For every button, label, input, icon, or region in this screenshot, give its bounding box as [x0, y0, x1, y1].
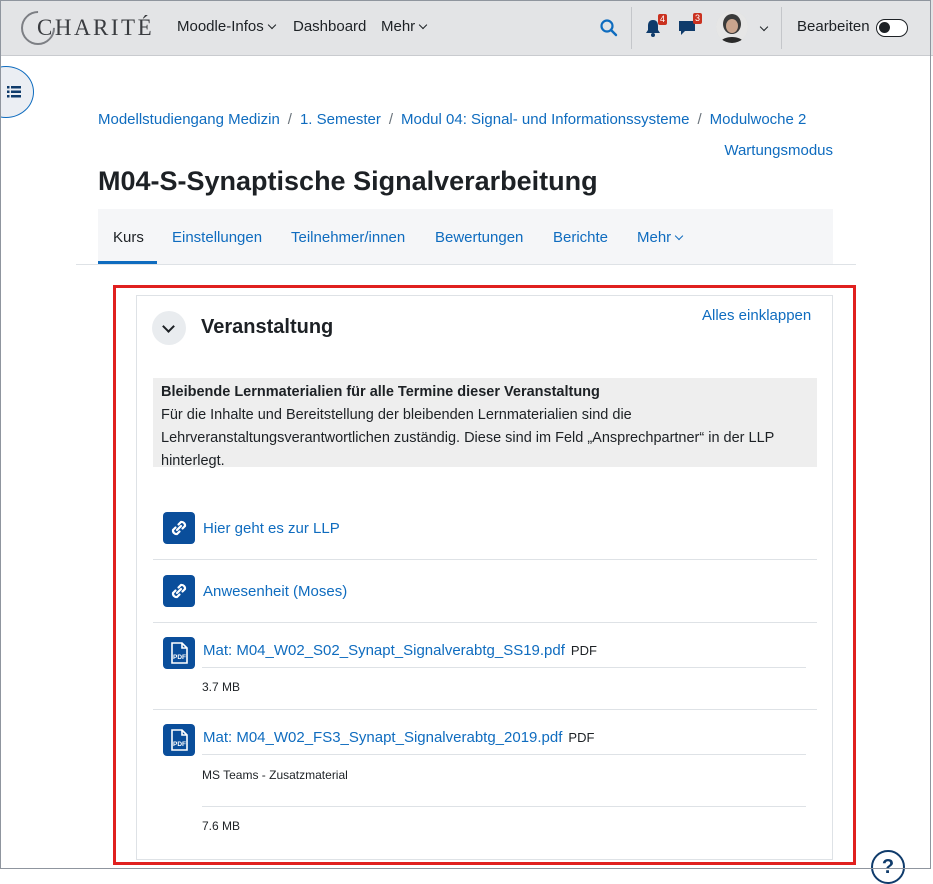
breadcrumb: Modellstudiengang Medizin / 1. Semester / Mo… — [98, 111, 806, 128]
user-photo-icon — [716, 11, 748, 43]
secondary-nav-divider — [76, 264, 856, 265]
navbar-divider — [631, 7, 632, 49]
nav-dashboard[interactable]: Dashboard — [293, 18, 366, 35]
breadcrumb-item[interactable]: Modulwoche 2 — [710, 111, 807, 128]
tab-mehr-label: Mehr — [637, 229, 672, 246]
notification-bell-icon[interactable]: 4 — [644, 14, 668, 43]
nav-mehr-label: Mehr — [381, 18, 416, 35]
nav-moodle-infos[interactable]: Moodle-Infos — [177, 18, 276, 35]
nav-moodle-infos-label: Moodle-Infos — [177, 18, 264, 35]
list-icon — [7, 86, 21, 98]
top-navbar: CHARITÉ Moodle-Infos Dashboard Mehr 4 3 … — [0, 0, 933, 56]
breadcrumb-item[interactable]: Modellstudiengang Medizin — [98, 111, 280, 128]
breadcrumb-separator: / — [287, 111, 292, 128]
chevron-down-icon — [267, 20, 276, 30]
maintenance-mode-link[interactable]: Wartungsmodus — [724, 142, 833, 159]
tab-berichte[interactable]: Berichte — [553, 229, 608, 246]
charite-logo[interactable]: CHARITÉ — [13, 3, 154, 53]
tab-bewertungen[interactable]: Bewertungen — [435, 229, 523, 246]
edit-mode-toggle[interactable] — [876, 19, 908, 37]
tab-teilnehmer[interactable]: Teilnehmer/innen — [291, 229, 405, 246]
user-menu-chevron-icon[interactable] — [759, 22, 769, 32]
highlight-frame — [113, 285, 856, 865]
notification-count-badge: 4 — [658, 14, 668, 25]
messages-count-badge: 3 — [693, 13, 703, 24]
edit-mode-label: Bearbeiten — [797, 18, 870, 35]
breadcrumb-item[interactable]: 1. Semester — [300, 111, 381, 128]
tab-einstellungen[interactable]: Einstellungen — [172, 229, 262, 246]
chevron-down-icon — [418, 20, 428, 30]
messages-icon[interactable]: 3 — [677, 13, 703, 43]
course-index-toggle-button[interactable] — [0, 66, 34, 118]
toggle-knob — [879, 22, 890, 33]
secondary-navigation: Kurs Einstellungen Teilnehmer/innen Bewe… — [98, 209, 833, 265]
user-avatar[interactable] — [716, 11, 748, 43]
nav-dashboard-label: Dashboard — [293, 18, 367, 35]
logo-circle-icon — [13, 3, 63, 53]
tab-kurs[interactable]: Kurs — [113, 229, 144, 246]
tab-mehr[interactable]: Mehr — [637, 229, 684, 246]
breadcrumb-separator: / — [388, 111, 393, 128]
page-title: M04-S-Synaptische Signalverarbeitung — [98, 166, 598, 196]
help-button[interactable]: ? — [871, 850, 905, 884]
nav-mehr[interactable]: Mehr — [381, 18, 428, 35]
search-icon[interactable] — [599, 18, 619, 43]
breadcrumb-separator: / — [697, 111, 702, 128]
navbar-divider — [781, 7, 782, 49]
chevron-down-icon — [674, 231, 684, 241]
breadcrumb-item[interactable]: Modul 04: Signal- und Informationssystem… — [401, 111, 689, 128]
